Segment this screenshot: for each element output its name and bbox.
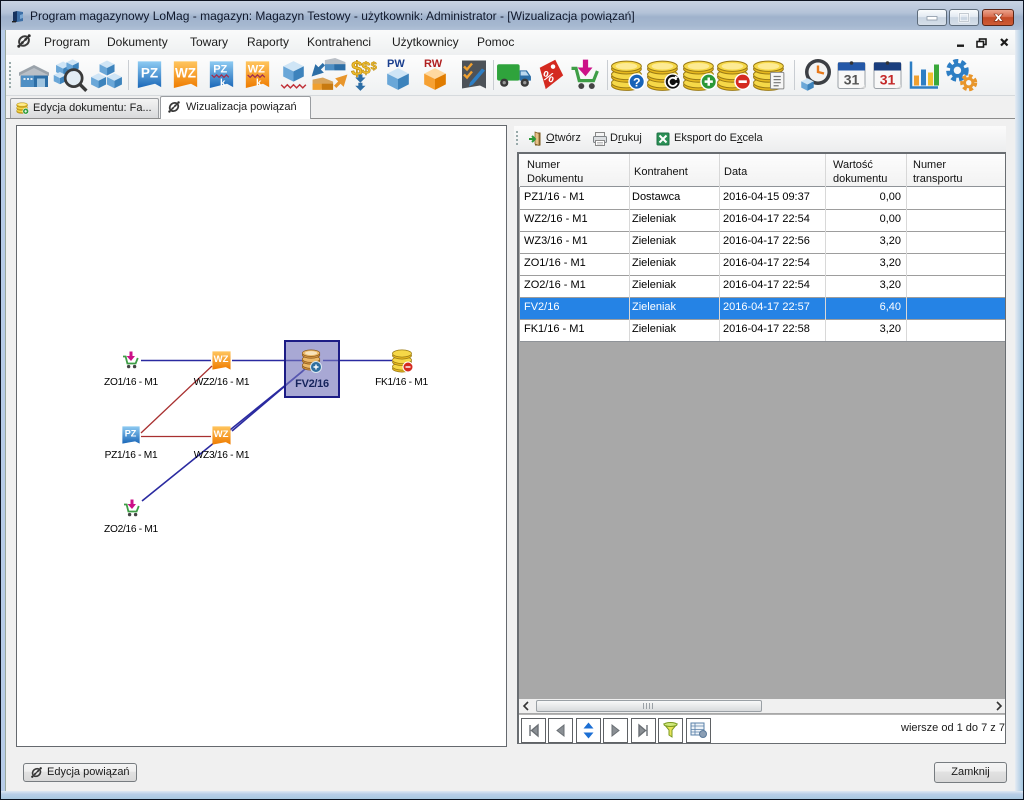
svg-text:WZ: WZ — [175, 65, 196, 80]
svg-text:k: k — [256, 78, 262, 89]
svg-text:WZ2/16 - M1: WZ2/16 - M1 — [194, 377, 250, 388]
svg-text:PW: PW — [387, 58, 405, 70]
svg-text:PZ: PZ — [213, 63, 227, 75]
svg-text:k: k — [220, 78, 226, 89]
svg-text:WZ3/16 - M1: WZ3/16 - M1 — [194, 450, 250, 461]
svg-text:WZ: WZ — [248, 63, 265, 75]
svg-text:FK1/16 - M1: FK1/16 - M1 — [375, 377, 428, 388]
svg-text:$: $ — [361, 59, 370, 77]
svg-text:ZO1/16 - M1: ZO1/16 - M1 — [104, 377, 159, 388]
svg-text:$: $ — [371, 60, 378, 72]
svg-text:?: ? — [633, 75, 641, 89]
svg-text:ZO2/16 - M1: ZO2/16 - M1 — [104, 524, 159, 535]
svg-text:FV2/16: FV2/16 — [295, 378, 329, 390]
svg-text:RW: RW — [424, 58, 443, 70]
svg-text:31: 31 — [844, 72, 860, 88]
svg-text:PZ: PZ — [141, 65, 158, 80]
svg-text:PZ1/16 - M1: PZ1/16 - M1 — [105, 450, 158, 461]
svg-text:31: 31 — [880, 72, 896, 88]
